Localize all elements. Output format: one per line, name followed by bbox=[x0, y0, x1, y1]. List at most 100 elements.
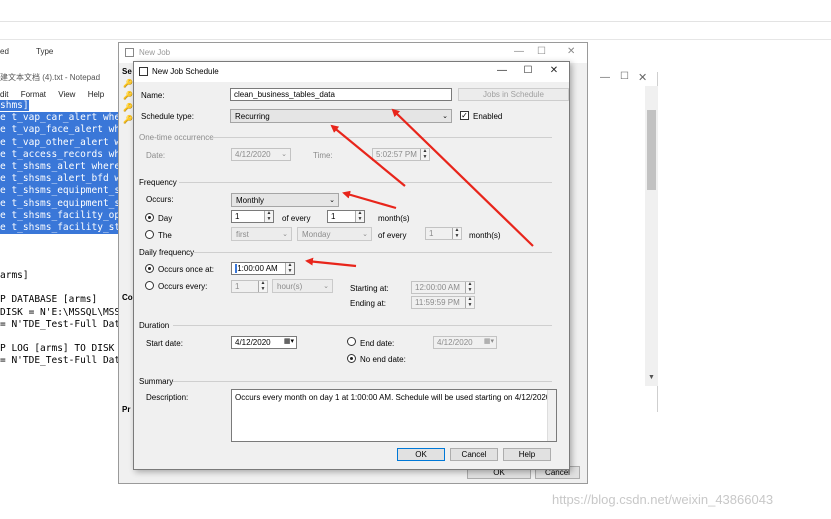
the-first-value: first bbox=[236, 230, 249, 239]
enabled-label: Enabled bbox=[473, 112, 503, 121]
the-day-value: Monday bbox=[302, 230, 331, 239]
occurs-once-label: Occurs once at: bbox=[158, 265, 215, 274]
starting-at-label: Starting at: bbox=[350, 284, 389, 293]
of-every-label-2: of every bbox=[378, 231, 407, 240]
occurs-once-value: 1:00:00 AM bbox=[237, 264, 278, 273]
menu-view[interactable]: View bbox=[58, 90, 75, 99]
maximize-icon[interactable]: ☐ bbox=[620, 71, 629, 82]
notepad-text[interactable]: arms] P DATABASE [arms] DISK = N'E:\MSSQ… bbox=[0, 270, 122, 368]
occurs-every-unit-select[interactable]: hour(s) ⌄ bbox=[272, 279, 333, 293]
spinner-icon[interactable]: ▲ ▼ bbox=[355, 211, 364, 222]
of-every-input[interactable]: 1 ▲ ▼ bbox=[327, 210, 365, 223]
close-icon[interactable]: ✕ bbox=[638, 71, 647, 84]
cancel-button[interactable]: Cancel bbox=[450, 448, 498, 461]
spinner-icon[interactable]: ▲ ▼ bbox=[420, 149, 429, 160]
spinner-icon[interactable]: ▲ ▼ bbox=[258, 281, 267, 292]
date-input[interactable]: 4/12/2020 ⌄ bbox=[231, 148, 291, 161]
column-header: ed bbox=[0, 47, 9, 56]
chevron-down-icon: ⌄ bbox=[442, 113, 448, 120]
day-input[interactable]: 1 ▲ ▼ bbox=[231, 210, 274, 223]
minimize-icon[interactable]: — bbox=[494, 64, 510, 78]
maximize-icon[interactable]: ☐ bbox=[520, 64, 536, 78]
end-date-label: End date: bbox=[360, 339, 395, 348]
occurs-once-time-input[interactable]: 1:00:00 AM ▲ ▼ bbox=[231, 262, 295, 275]
code-line: arms] bbox=[0, 270, 29, 281]
menu-format[interactable]: Format bbox=[21, 90, 46, 99]
occurs-every-input[interactable]: 1 ▲ ▼ bbox=[231, 280, 268, 293]
calendar-dropdown-icon[interactable]: ▦▾ bbox=[284, 337, 294, 347]
key-icon: 🔑 bbox=[123, 115, 133, 124]
scroll-down-icon[interactable]: ▼ bbox=[648, 374, 655, 381]
name-input[interactable]: clean_business_tables_data bbox=[230, 88, 452, 101]
end-date-radio[interactable] bbox=[347, 337, 356, 346]
occurs-every-value: 1 bbox=[235, 282, 240, 291]
group-divider bbox=[192, 252, 552, 253]
chevron-down-icon: ⌄ bbox=[281, 151, 287, 158]
date-value: 4/12/2020 bbox=[235, 150, 271, 159]
ending-at-input[interactable]: 11:59:59 PM ▲ ▼ bbox=[411, 296, 475, 309]
help-button[interactable]: Help bbox=[503, 448, 551, 461]
new-job-schedule-dialog: New Job Schedule — ☐ ✕ Name: clean_busin… bbox=[133, 61, 570, 470]
ending-at-value: 11:59:59 PM bbox=[415, 298, 460, 307]
minimize-icon[interactable]: — bbox=[514, 46, 524, 57]
jobs-in-schedule-button[interactable]: Jobs in Schedule bbox=[458, 88, 569, 101]
start-date-label: Start date: bbox=[146, 339, 183, 348]
code-line: e t_shsms_alert where bbox=[0, 160, 122, 174]
close-icon[interactable]: ✕ bbox=[567, 46, 575, 57]
menu-help[interactable]: Help bbox=[88, 90, 104, 99]
start-date-input[interactable]: 4/12/2020 ▦▾ bbox=[231, 336, 297, 349]
ok-button[interactable]: OK bbox=[397, 448, 445, 461]
maximize-icon[interactable]: ☐ bbox=[537, 46, 546, 57]
occurs-once-radio[interactable] bbox=[145, 264, 154, 273]
group-divider bbox=[173, 381, 552, 382]
chevron-down-icon: ⌄ bbox=[329, 197, 335, 204]
no-end-date-radio[interactable] bbox=[347, 354, 356, 363]
code-line: e t_vap_car_alert whe bbox=[0, 112, 122, 125]
code-line: e t_shsms_alert_bfd wh bbox=[0, 173, 122, 186]
section-label: Co bbox=[122, 293, 133, 302]
start-date-value: 4/12/2020 bbox=[235, 338, 271, 347]
code-line: e t_shsms_facility_ope bbox=[0, 209, 122, 222]
end-date-input[interactable]: 4/12/2020 ▦▾ bbox=[433, 336, 497, 349]
group-divider bbox=[173, 325, 552, 326]
daily-frequency-header: Daily frequency bbox=[139, 248, 195, 257]
day-radio[interactable] bbox=[145, 213, 154, 222]
calendar-dropdown-icon[interactable]: ▦▾ bbox=[484, 337, 494, 347]
menu-edit[interactable]: dit bbox=[0, 90, 8, 99]
notepad-selected-text[interactable]: shms] e t_vap_car_alert whe e t_vap_face… bbox=[0, 100, 122, 235]
months-label: month(s) bbox=[378, 214, 410, 223]
enabled-checkbox[interactable]: ✓ bbox=[460, 111, 469, 120]
description-scrollbar[interactable] bbox=[547, 390, 556, 441]
code-line: e t_shsms_equipment_st bbox=[0, 197, 122, 210]
minimize-icon[interactable]: — bbox=[600, 72, 610, 83]
occurs-every-radio[interactable] bbox=[145, 281, 154, 290]
of-every-input-2[interactable]: 1 ▲ ▼ bbox=[425, 227, 462, 240]
of-every-label: of every bbox=[282, 214, 311, 223]
the-first-select[interactable]: first ⌄ bbox=[231, 227, 292, 241]
code-line: e t_vap_face_alert whe bbox=[0, 124, 122, 137]
one-time-header: One-time occurrence bbox=[139, 133, 214, 142]
no-end-date-label: No end date: bbox=[360, 355, 406, 364]
notepad-title: 建文本文档 (4).txt - Notepad bbox=[0, 73, 101, 82]
spinner-icon[interactable]: ▲ ▼ bbox=[452, 228, 461, 239]
spinner-icon[interactable]: ▲ ▼ bbox=[465, 297, 474, 308]
occurs-select[interactable]: Monthly ⌄ bbox=[231, 193, 339, 207]
code-line: DISK = N'E:\MSSQL\MSSQL bbox=[0, 306, 122, 318]
code-line: P DATABASE [arms] bbox=[0, 294, 98, 306]
of-every-value: 1 bbox=[331, 212, 336, 221]
starting-at-input[interactable]: 12:00:00 AM ▲ ▼ bbox=[411, 281, 475, 294]
time-input[interactable]: 5:02:57 PM ▲ ▼ bbox=[372, 148, 430, 161]
code-line: e t_shsms_facility_sta bbox=[0, 221, 122, 235]
the-radio[interactable] bbox=[145, 230, 154, 239]
spinner-icon[interactable]: ▲ ▼ bbox=[465, 282, 474, 293]
key-icon: 🔑 bbox=[123, 79, 133, 88]
description-textarea[interactable]: Occurs every month on day 1 at 1:00:00 A… bbox=[231, 389, 557, 442]
scrollbar-thumb[interactable] bbox=[647, 110, 656, 190]
the-day-select[interactable]: Monday ⌄ bbox=[297, 227, 372, 241]
close-icon[interactable]: ✕ bbox=[546, 64, 562, 78]
schedule-type-select[interactable]: Recurring ⌄ bbox=[230, 109, 452, 123]
schedule-type-value: Recurring bbox=[235, 112, 270, 121]
spinner-icon[interactable]: ▲ ▼ bbox=[285, 263, 294, 274]
spinner-icon[interactable]: ▲ ▼ bbox=[264, 211, 273, 222]
group-divider bbox=[212, 137, 552, 138]
